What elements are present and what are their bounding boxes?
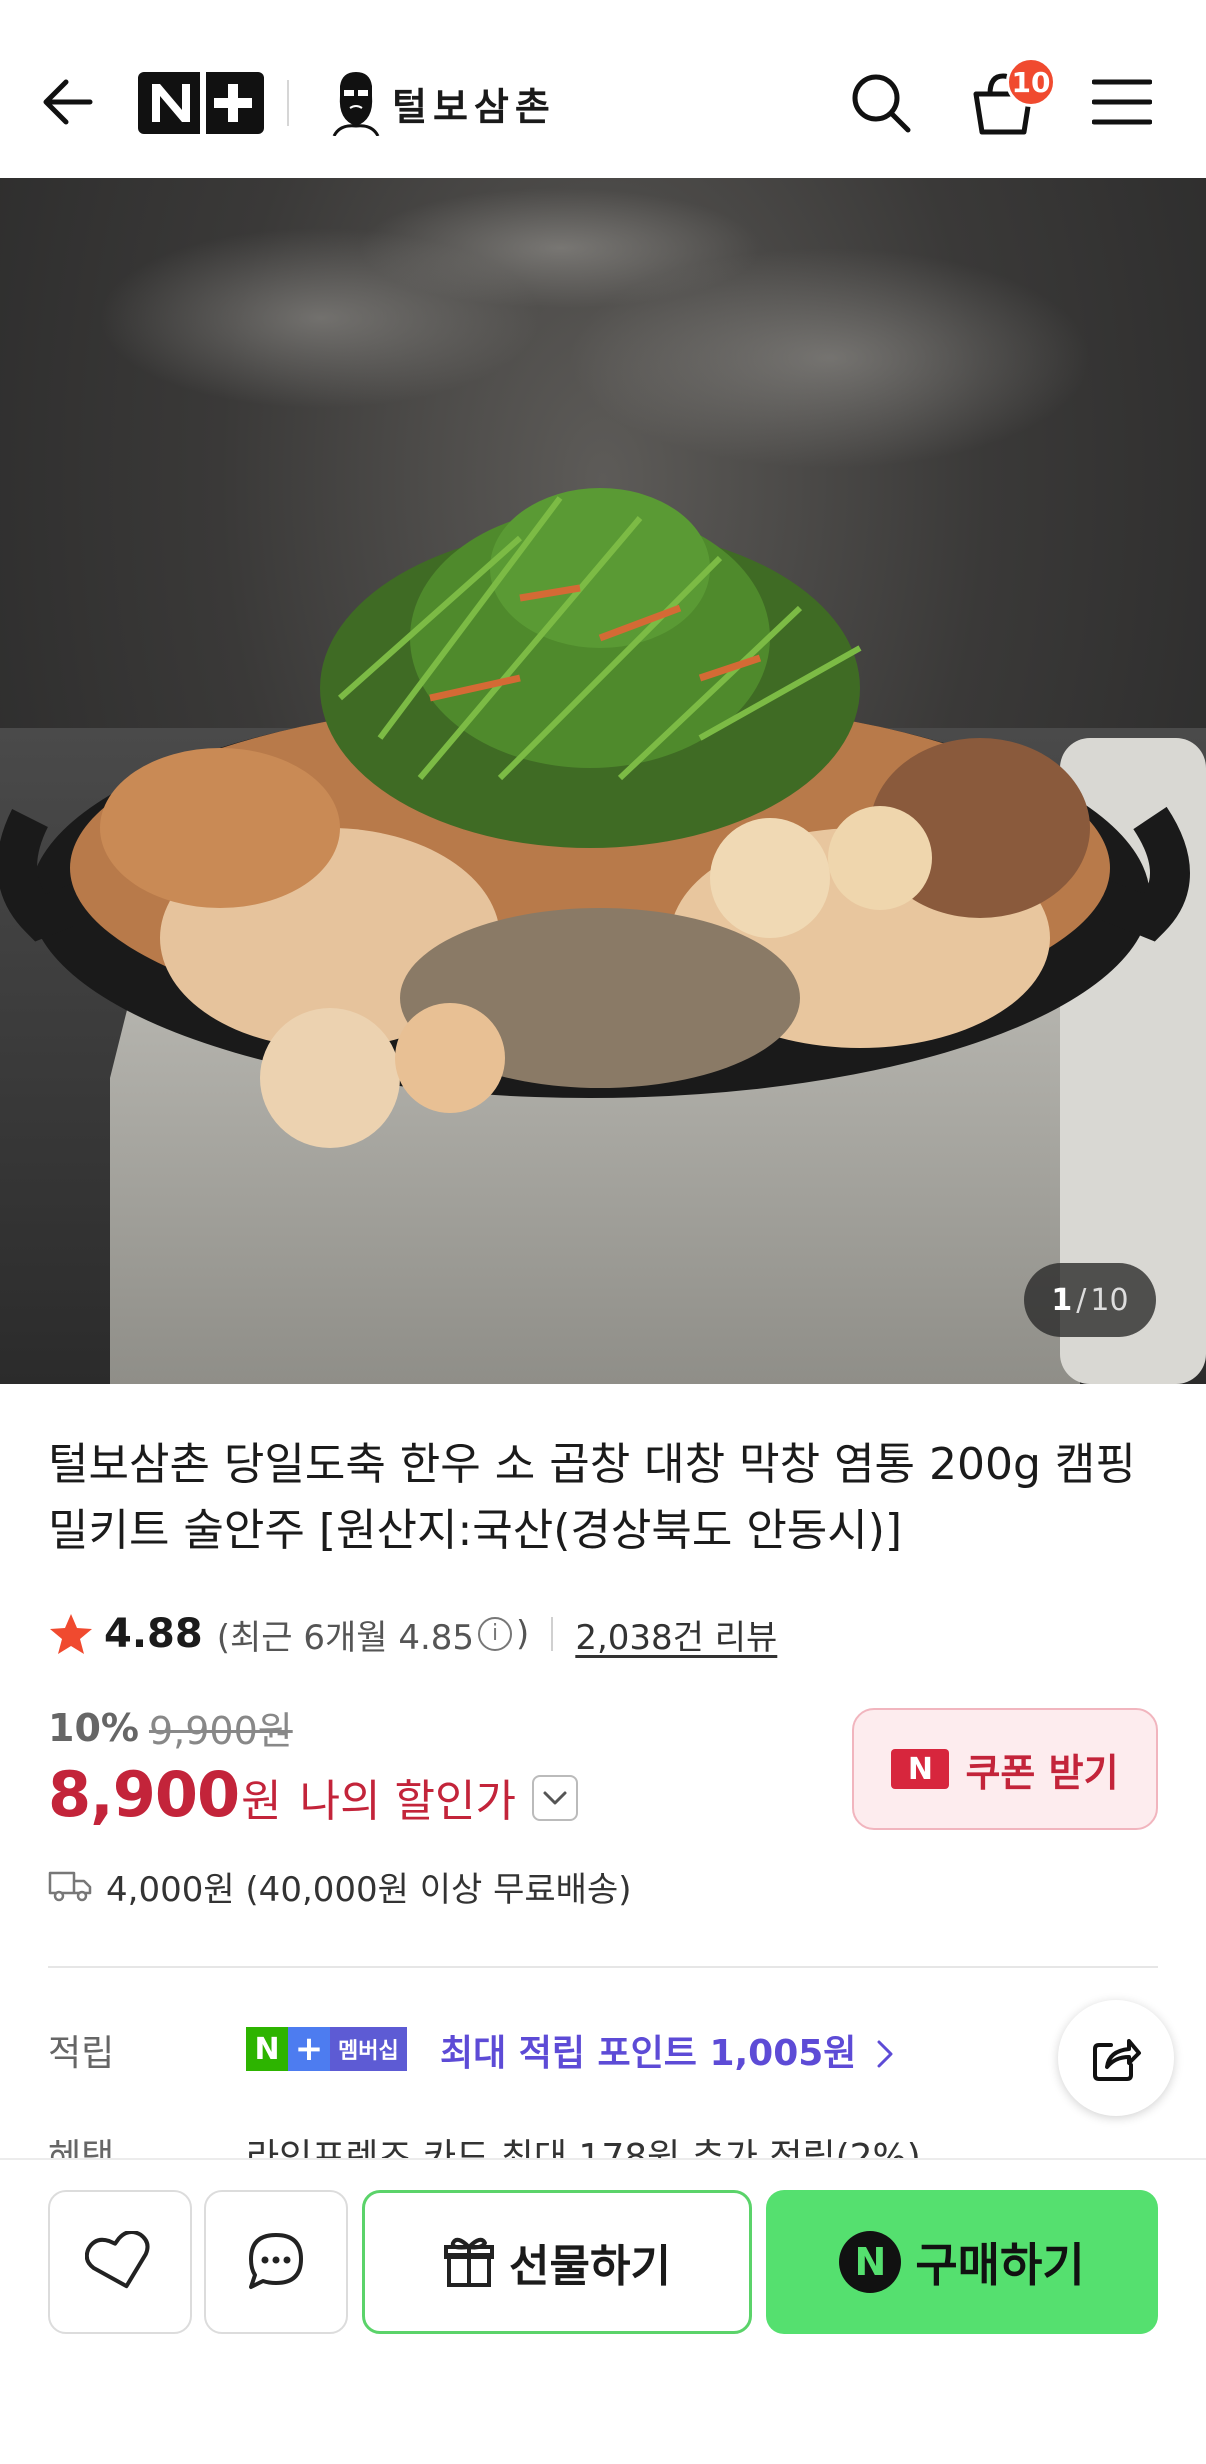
section-divider [48,1966,1158,1968]
discount-line: 10% 9,900원 [48,1700,293,1755]
my-discount-label: 나의 할인가 [299,1776,516,1827]
star-icon [50,1614,92,1654]
recent-rating-text: (최근 6개월 4.85 [216,1617,475,1658]
buy-button[interactable]: N 구매하기 [766,2190,1158,2334]
chevron-right-icon [877,2040,893,2068]
max-points-text: 최대 적립 포인트 1,005원 [440,2024,895,2076]
buy-label: 구매하기 [915,2238,1085,2292]
gift-label: 선물하기 [509,2241,671,2292]
coupon-n-badge: N [891,1749,950,1789]
share-button[interactable] [1058,2000,1174,2116]
shipping-text: 4,000원 (40,000원 이상 무료배송) [106,1869,632,1910]
product-image[interactable] [0,178,1206,1384]
original-price: 9,900원 [148,1709,293,1753]
search-icon[interactable] [848,70,914,136]
sale-price: 8,900 [48,1758,240,1831]
gift-icon [444,2237,495,2287]
rating-divider [551,1617,554,1651]
membership-n: N [246,2027,288,2071]
bottom-action-bar: 선물하기 N 구매하기 [0,2158,1206,2464]
points-row[interactable]: 적립 N + 멤버십 최대 적립 포인트 1,005원 [48,2014,1158,2084]
image-counter-separator: / [1076,1282,1087,1318]
menu-icon[interactable] [1092,78,1152,126]
top-header: N+ 털보삼촌 10 [0,0,1206,178]
chat-bubble-icon [249,2233,303,2289]
chevron-down-icon[interactable] [532,1775,578,1821]
wishlist-button[interactable] [48,2190,192,2334]
talk-button[interactable] [204,2190,348,2334]
image-counter-current: 1 [1051,1282,1073,1318]
points-label: 적립 [48,2033,115,2074]
recent-rating: (최근 6개월 4.85 i ) [217,1610,530,1659]
gift-button[interactable]: 선물하기 [362,2190,752,2334]
price-currency: 원 [241,1776,282,1827]
store-logo[interactable]: 털보삼촌 [330,68,556,138]
truck-icon [48,1871,92,1902]
food-photo-illustration [0,188,1206,1384]
membership-plus: + [288,2027,330,2071]
rating-score: 4.88 [104,1611,203,1657]
max-points-value: 최대 적립 포인트 1,005원 [440,2033,857,2074]
naver-pay-icon: N [839,2231,902,2293]
membership-text: 멤버십 [330,2027,407,2071]
discount-percent: 10% [48,1705,139,1750]
shipping-info: 4,000원 (40,000원 이상 무료배송) [48,1860,632,1912]
cart-count-badge: 10 [1006,57,1056,107]
info-icon[interactable]: i [478,1617,513,1651]
image-counter: 1 / 10 [1024,1263,1156,1337]
back-arrow-icon[interactable] [38,72,98,132]
bearded-face-icon [332,72,380,136]
rating-row: 4.88 (최근 6개월 4.85 i ) 2,038건 리뷰 [48,1604,777,1664]
share-icon [1093,2039,1141,2081]
heart-icon [85,2231,150,2289]
n-letter-icon [152,84,190,122]
plus-icon [214,84,252,122]
recent-rating-close: ) [516,1614,530,1654]
naver-plus-logo[interactable]: N+ [138,72,264,134]
header-divider [287,80,289,126]
product-title: 털보삼촌 당일도축 한우 소 곱창 대창 막창 염통 200g 캠핑 밀키트 술… [48,1439,1136,1556]
membership-badge: N + 멤버십 [246,2026,407,2072]
coupon-label: 쿠폰 받기 [965,1750,1119,1795]
store-name: 털보삼촌 [392,84,556,129]
image-counter-total: 10 [1090,1282,1129,1318]
review-count-link[interactable]: 2,038건 리뷰 [575,1610,777,1659]
price-line: 8,900 원 나의 할인가 [48,1758,578,1838]
coupon-button[interactable]: N 쿠폰 받기 [852,1708,1158,1830]
